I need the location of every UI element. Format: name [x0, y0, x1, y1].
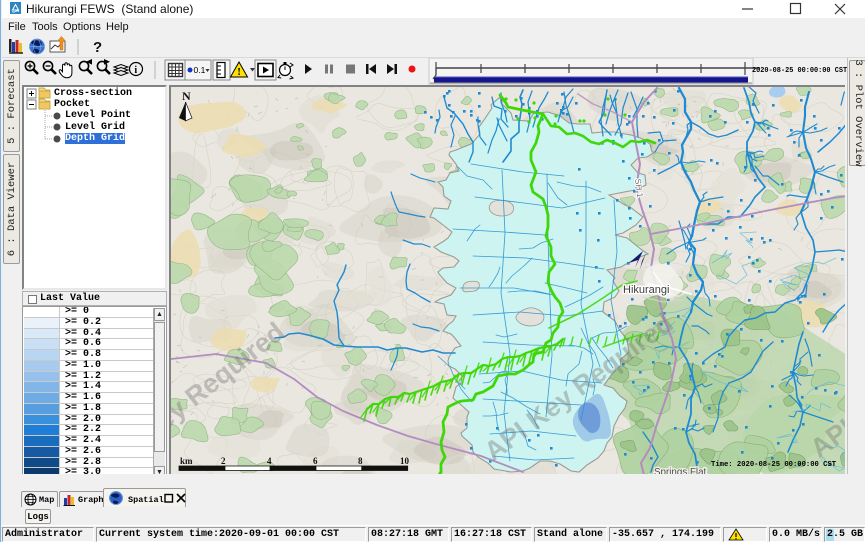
- svg-text:8: 8: [358, 456, 363, 466]
- svg-text:2: 2: [221, 456, 226, 466]
- svg-text:Hikurangi: Hikurangi: [623, 284, 669, 296]
- svg-text:0.1: 0.1: [194, 65, 206, 75]
- svg-text:4: 4: [267, 456, 272, 466]
- svg-text:6: 6: [313, 456, 318, 466]
- svg-text:km: km: [180, 456, 193, 466]
- svg-text:Springs Flat: Springs Flat: [654, 467, 707, 474]
- svg-text:?: ?: [93, 39, 102, 56]
- svg-text:10: 10: [400, 456, 410, 466]
- svg-text:N: N: [182, 89, 191, 103]
- svg-text:!: !: [237, 66, 241, 78]
- svg-text:i: i: [134, 65, 137, 76]
- svg-text:Time: 2020-08-25 00:00:00 CST: Time: 2020-08-25 00:00:00 CST: [711, 461, 837, 469]
